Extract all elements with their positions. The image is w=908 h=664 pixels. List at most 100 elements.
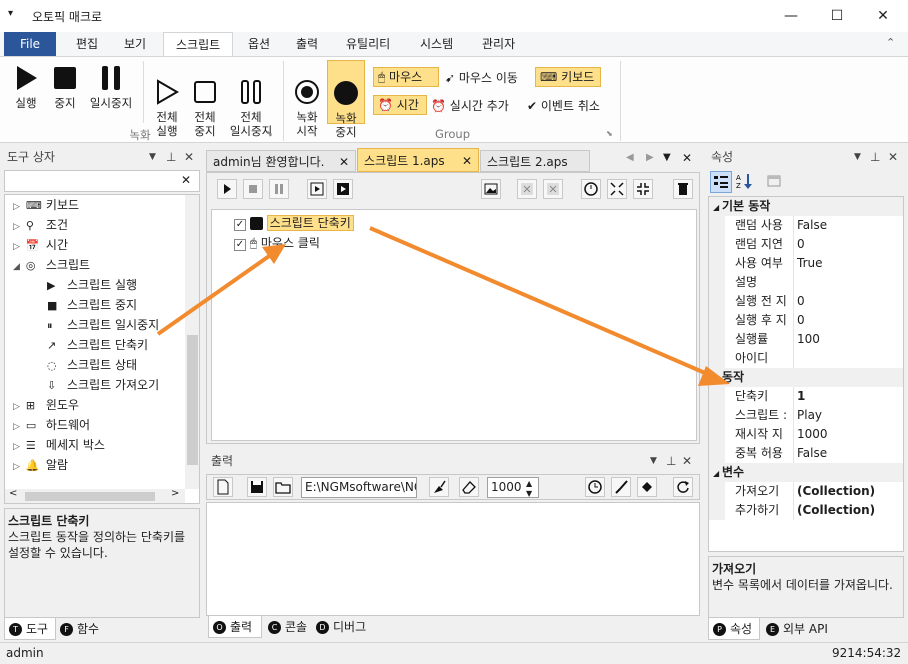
scroll-thumb[interactable] — [187, 335, 198, 465]
delete-button[interactable] — [673, 179, 693, 199]
interval-stepper[interactable]: 1000 ▲ ▼ — [487, 477, 539, 498]
expander-icon[interactable]: ▷ — [13, 442, 20, 452]
toolbox-item[interactable]: ▷ ⌨ 키보드 — [5, 195, 199, 215]
new-log-button[interactable] — [213, 477, 233, 497]
tab-output-log[interactable]: O 출력 — [208, 616, 262, 638]
property-row[interactable]: 추가하기 (Collection) — [709, 501, 903, 520]
script-item-shortcut[interactable]: ✓ 스크립트 단축키 — [234, 214, 354, 232]
fill-button[interactable] — [637, 477, 657, 497]
run-script-button[interactable] — [217, 179, 237, 199]
pin-icon[interactable]: ⊥ — [666, 450, 676, 472]
mouse-toggle[interactable]: 🖱 마우스 — [373, 67, 439, 87]
property-value[interactable] — [793, 349, 797, 368]
expander-icon[interactable]: ◢ — [713, 203, 722, 212]
property-value[interactable]: 1 — [793, 387, 805, 406]
tab-functions[interactable]: F 함수 — [56, 618, 108, 640]
refresh-button[interactable] — [673, 477, 693, 497]
maximize-button[interactable]: ☐ — [814, 0, 860, 32]
property-value[interactable]: 100 — [793, 330, 820, 349]
expand-button[interactable] — [607, 179, 627, 199]
property-row[interactable]: 스크립트 : Play — [709, 406, 903, 425]
mouse-move-toggle[interactable]: ➹ 마우스 이동 — [445, 69, 518, 86]
chevron-left-icon[interactable]: < — [9, 488, 17, 499]
open-folder-button[interactable] — [273, 477, 293, 497]
property-row[interactable]: 사용 여부 True — [709, 254, 903, 273]
property-row[interactable]: 실행률 100 — [709, 330, 903, 349]
chevron-right-icon[interactable]: ▶ — [646, 152, 654, 163]
dropdown-icon[interactable]: ▼ — [854, 146, 861, 168]
property-value[interactable]: (Collection) — [793, 501, 875, 520]
tab-script-1[interactable]: 스크립트 1.aps ✕ — [357, 148, 479, 172]
tab-script[interactable]: 스크립트 — [163, 32, 234, 56]
tab-external-api[interactable]: E 외부 API — [762, 618, 838, 640]
tab-utility[interactable]: 유틸리티 — [334, 32, 402, 56]
expander-icon[interactable]: ▷ — [13, 422, 20, 432]
property-value[interactable]: 0 — [793, 235, 805, 254]
toolbox-item[interactable]: ▷ ⚲ 조건 — [5, 215, 199, 235]
dialog-launcher-icon[interactable]: ⬊ — [266, 129, 273, 138]
brush-button[interactable] — [611, 477, 631, 497]
expander-icon[interactable]: ▷ — [13, 222, 20, 232]
checkbox[interactable]: ✓ — [234, 219, 246, 231]
property-value[interactable]: 0 — [793, 292, 805, 311]
toolbox-item[interactable]: ⇩ 스크립트 가져오기 — [5, 375, 199, 395]
pin-icon[interactable]: ⊥ — [870, 146, 880, 168]
property-row[interactable]: 재시작 지 1000 — [709, 425, 903, 444]
property-value[interactable]: False — [793, 444, 827, 463]
property-value[interactable]: False — [793, 216, 827, 235]
realtime-add-toggle[interactable]: ⏰ 실시간 추가 — [431, 97, 509, 114]
toolbox-item[interactable]: ▷ ⊞ 윈도우 — [5, 395, 199, 415]
timer-button[interactable] — [581, 179, 601, 199]
toolbox-item[interactable]: ▷ 🔔 알람 — [5, 455, 199, 475]
run-window-button[interactable] — [333, 179, 353, 199]
expander-icon[interactable]: ▷ — [13, 462, 20, 472]
close-icon[interactable]: ✕ — [682, 450, 692, 472]
run-button[interactable]: 실행 — [10, 65, 42, 110]
pause-button[interactable]: 일시중지 — [86, 65, 136, 110]
toolbox-item[interactable]: ▷ ▭ 하드웨어 — [5, 415, 199, 435]
collapse-button[interactable] — [633, 179, 653, 199]
keyboard-toggle[interactable]: ⌨ 키보드 — [535, 67, 601, 87]
property-value[interactable]: Play — [793, 406, 822, 425]
sort-alpha-button[interactable]: AZ — [734, 171, 756, 193]
chevron-left-icon[interactable]: ◀ — [626, 152, 634, 163]
record-stop-button[interactable]: 녹화 중지 — [327, 60, 365, 139]
expander-icon[interactable]: ◢ — [713, 469, 722, 478]
close-button[interactable]: ✕ — [860, 0, 906, 32]
toolbox-item[interactable]: ↗ 스크립트 단축키 — [5, 335, 199, 355]
expander-icon[interactable]: ◢ — [713, 374, 722, 383]
property-row[interactable]: 중복 허용 False — [709, 444, 903, 463]
eraser-button[interactable] — [459, 477, 479, 497]
time-toggle[interactable]: ⏰ 시간 — [373, 95, 427, 115]
expander-icon[interactable]: ▷ — [13, 242, 20, 252]
image-button[interactable] — [481, 179, 501, 199]
minimize-button[interactable]: — — [768, 0, 814, 32]
property-value[interactable]: 1000 — [793, 425, 828, 444]
horizontal-scrollbar[interactable]: < > — [5, 488, 185, 503]
clear-icon[interactable]: ✕ — [181, 173, 191, 187]
vertical-scrollbar[interactable] — [185, 195, 199, 489]
save-button[interactable] — [247, 477, 267, 497]
property-value[interactable]: 0 — [793, 311, 805, 330]
tab-options[interactable]: 옵션 — [236, 32, 282, 56]
event-cancel-toggle[interactable]: ✔ 이벤트 취소 — [527, 97, 600, 114]
expander-icon[interactable]: ▷ — [13, 202, 20, 212]
toolbox-search-input[interactable]: ✕ — [4, 170, 200, 192]
toolbox-item[interactable]: ▷ 📅 시간 — [5, 235, 199, 255]
close-tab-icon[interactable]: ✕ — [339, 151, 349, 173]
toolbox-item[interactable]: ⏸ 스크립트 일시중지 — [5, 315, 199, 335]
close-icon[interactable]: ✕ — [682, 151, 692, 165]
property-row[interactable]: 가져오기 (Collection) — [709, 482, 903, 501]
checkbox[interactable]: ✓ — [234, 239, 246, 251]
expander-icon[interactable]: ◢ — [13, 262, 20, 272]
remove-all-button[interactable] — [543, 179, 563, 199]
toolbox-item[interactable]: ◢ ◎ 스크립트 — [5, 255, 199, 275]
toolbox-item[interactable]: ▷ ☰ 메세지 박스 — [5, 435, 199, 455]
property-row[interactable]: 아이디 — [709, 349, 903, 368]
tab-welcome[interactable]: admin님 환영합니다. ✕ — [206, 150, 356, 172]
tab-script-2[interactable]: 스크립트 2.aps — [480, 150, 590, 172]
property-row[interactable]: 실행 후 지 0 — [709, 311, 903, 330]
clock-button[interactable] — [585, 477, 605, 497]
property-pages-button[interactable] — [764, 171, 786, 193]
dialog-launcher-icon[interactable]: ⬊ — [606, 129, 613, 138]
